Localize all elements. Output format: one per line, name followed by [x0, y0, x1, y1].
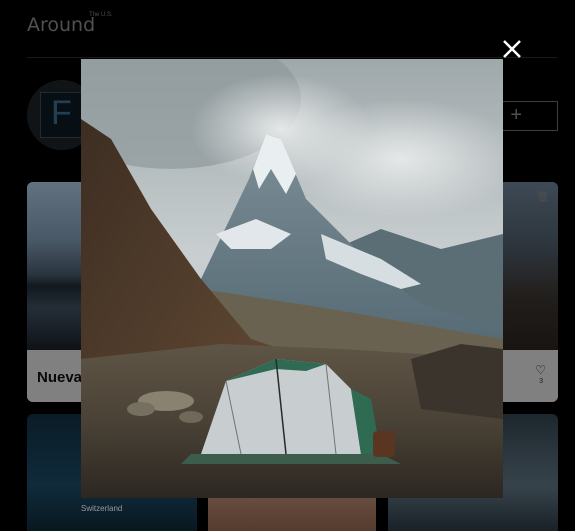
- preview-image: [81, 59, 503, 498]
